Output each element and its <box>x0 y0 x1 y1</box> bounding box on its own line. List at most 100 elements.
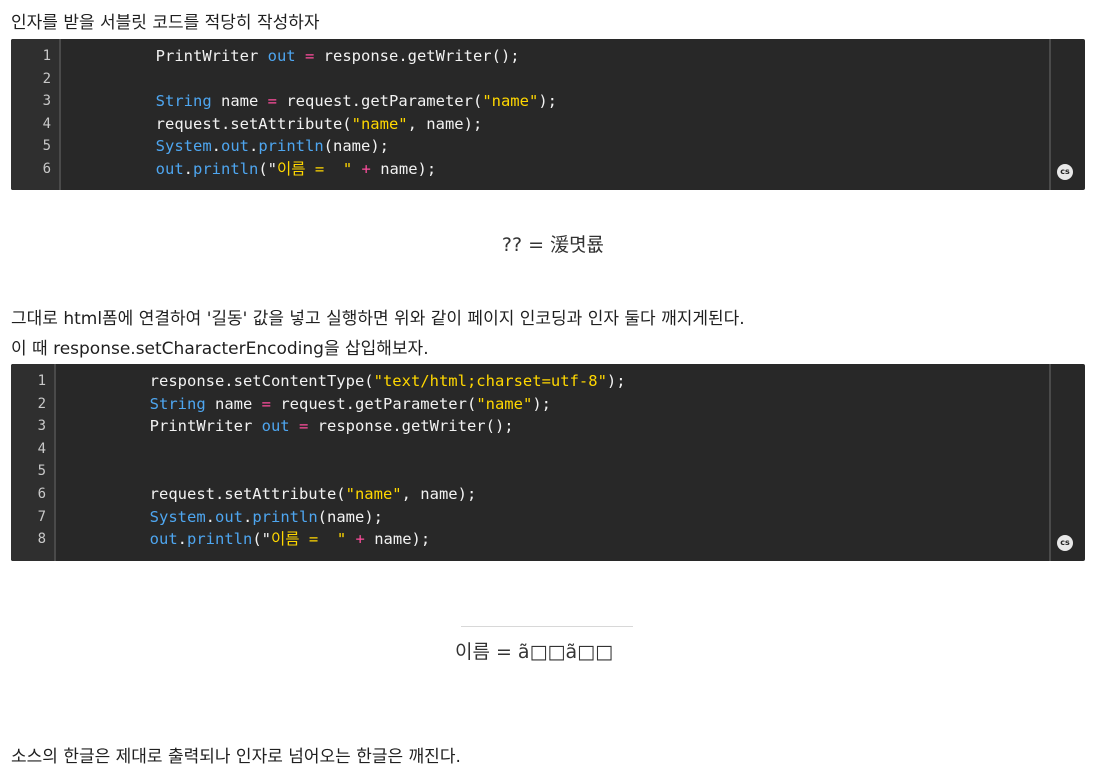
conclusion-text: 소스의 한글은 제대로 출력되나 인자로 넘어오는 한글은 깨진다. <box>11 747 461 767</box>
language-badge-icon[interactable]: cs <box>1057 535 1073 551</box>
line-number: 3 <box>37 418 46 435</box>
code-token: System <box>155 137 212 156</box>
code-token: "name" <box>476 394 533 413</box>
line-number: 1 <box>37 373 46 389</box>
code-line: out.println("이름 = " + name); <box>75 528 431 551</box>
code-token: + <box>361 160 371 178</box>
code-line: System.out.println(name); <box>75 506 383 529</box>
code-token: = <box>267 92 277 111</box>
code-token: (name); <box>317 507 383 526</box>
code-token: name); <box>364 530 431 549</box>
line-number-gutter: 1 2 3 4 5 6 7 8 <box>11 364 56 561</box>
code-token: , name); <box>401 485 477 503</box>
code-token: ); <box>538 92 557 111</box>
code-token: . <box>205 507 215 526</box>
code-token: println <box>258 137 324 156</box>
code-token: (name); <box>323 137 389 156</box>
code-token: out <box>155 160 184 178</box>
code-line: PrintWriter out = response.getWriter(); <box>81 45 520 68</box>
code-token: request.getParameter( <box>271 394 477 413</box>
code-token: String <box>149 394 206 413</box>
code-token: (" <box>252 530 271 549</box>
line-number: 2 <box>42 70 51 87</box>
line-number: 7 <box>37 508 46 525</box>
code-line: System.out.println(name); <box>81 135 389 158</box>
code-line: request.setAttribute("name", name); <box>81 113 483 136</box>
line-number: 4 <box>37 440 46 457</box>
line-number: 4 <box>42 115 51 132</box>
code-token: ); <box>532 394 551 413</box>
code-token: String <box>155 92 212 111</box>
code-token: response.getWriter(); <box>314 47 520 65</box>
code-token: 이름 = " <box>277 160 353 178</box>
code-token: (" <box>258 160 277 178</box>
output-result-2: 이름 = ã□□ã□□ <box>454 641 614 663</box>
code-token: "text/html;charset=utf-8" <box>373 372 607 390</box>
code-side-strip: cs <box>1049 39 1085 190</box>
code-token: ); <box>606 372 626 390</box>
code-token: out <box>261 417 290 436</box>
code-line: String name = request.getParameter("name… <box>81 90 557 113</box>
line-number: 2 <box>37 395 46 412</box>
code-token: response.setContentType( <box>75 372 374 390</box>
line-number: 3 <box>42 93 51 110</box>
line-number: 5 <box>42 138 51 155</box>
code-token: . <box>211 137 221 156</box>
code-token: = <box>304 47 315 65</box>
code-token: = <box>261 394 271 413</box>
line-number: 8 <box>37 531 46 548</box>
code-token: PrintWriter <box>75 417 262 436</box>
code-line: request.setAttribute("name", name); <box>75 483 477 506</box>
code-token: = <box>298 417 309 436</box>
language-badge-icon[interactable]: cs <box>1057 164 1073 180</box>
code-token: name); <box>370 160 437 178</box>
line-number: 6 <box>42 161 51 177</box>
code-block-1: 1 2 3 4 5 6 cs PrintWriter out = response.get… <box>11 39 1085 190</box>
code-line: String name = request.getParameter("name… <box>75 393 551 416</box>
code-token: + <box>355 530 365 549</box>
code-token: out <box>149 530 178 549</box>
code-token: "name" <box>351 114 408 133</box>
code-token: "name" <box>345 485 402 503</box>
code-token: request.setAttribute( <box>75 485 346 503</box>
code-token: . <box>177 530 187 549</box>
code-token: name <box>205 394 262 413</box>
intro-text: 인자를 받을 서블릿 코드를 적당히 작성하자 <box>11 13 320 33</box>
code-line: response.setContentType("text/html;chars… <box>75 370 626 393</box>
code-token: . <box>249 137 259 156</box>
output-divider <box>461 626 633 627</box>
code-token: request.setAttribute( <box>81 114 352 133</box>
code-block-2: 1 2 3 4 5 6 7 8 cs response.setContentType("tex… <box>11 364 1085 561</box>
code-token: System <box>149 507 206 526</box>
code-token: println <box>252 507 318 526</box>
line-number: 6 <box>37 486 46 502</box>
code-token: 이름 = " <box>271 530 347 549</box>
description-text-2: 이 때 response.setCharacterEncoding을 삽입해보자… <box>11 339 429 359</box>
line-number: 5 <box>37 463 46 480</box>
code-token: . <box>243 507 253 526</box>
line-number: 1 <box>42 48 51 64</box>
code-token: PrintWriter <box>81 47 268 65</box>
line-number-gutter: 1 2 3 4 5 6 <box>11 39 61 190</box>
code-side-strip: cs <box>1049 364 1085 561</box>
code-token: out <box>267 47 296 65</box>
code-token: println <box>187 530 253 549</box>
description-text-1: 그대로 html폼에 연결하여 '길동' 값을 넣고 실행하면 위와 같이 페이… <box>11 309 745 329</box>
code-token: request.getParameter( <box>277 92 483 111</box>
output-result-1: ?? = 湲몃룞 <box>501 234 605 256</box>
code-token: , name); <box>407 114 483 133</box>
code-token: println <box>193 160 259 178</box>
code-token: response.getWriter(); <box>308 417 514 436</box>
code-token: name <box>211 92 268 111</box>
code-line: out.println("이름 = " + name); <box>81 158 437 181</box>
